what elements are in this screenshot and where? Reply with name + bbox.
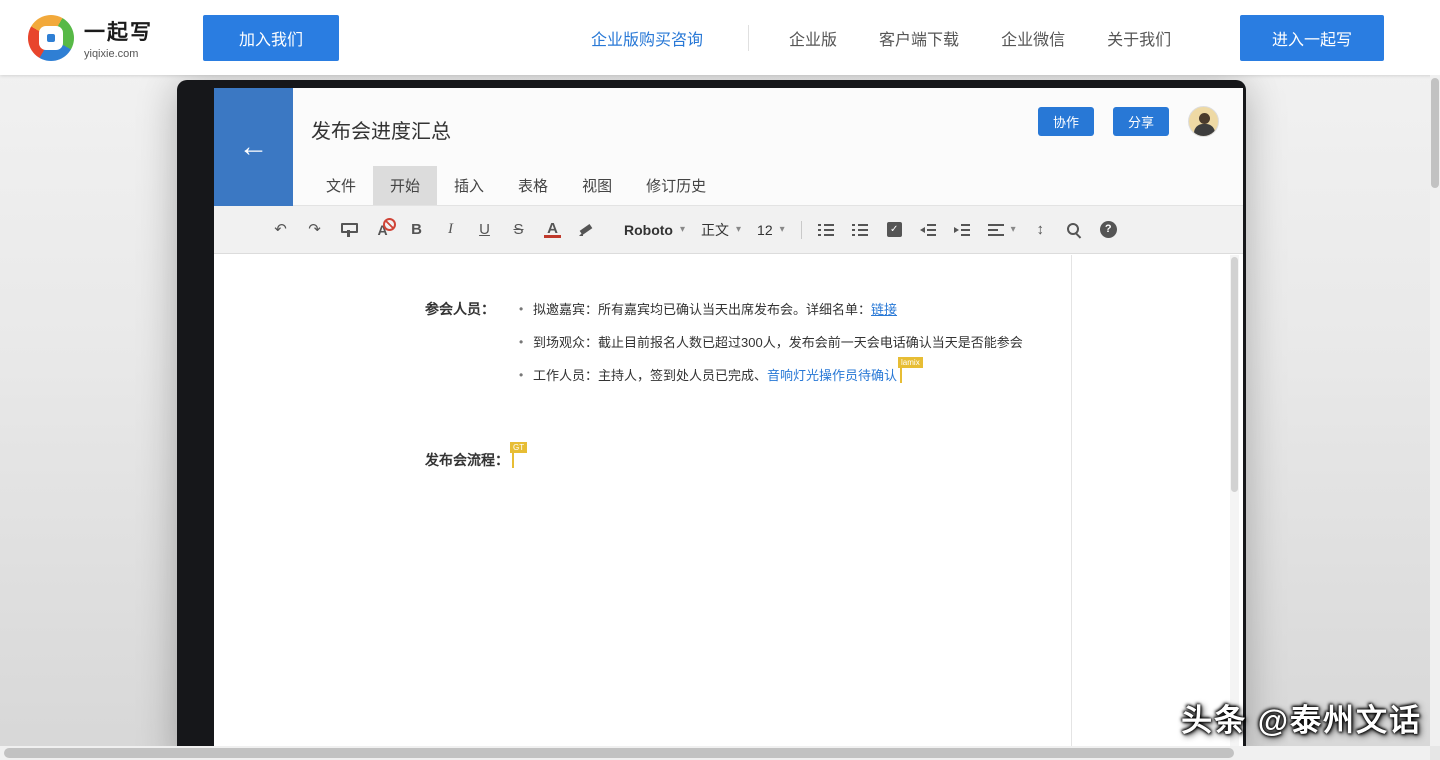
logo-text: 一起写 yiqixie.com (84, 16, 153, 60)
tab-insert[interactable]: 插入 (437, 166, 501, 205)
yiqixie-logo-icon (28, 15, 74, 61)
share-button[interactable]: 分享 (1113, 107, 1169, 136)
clear-format-icon[interactable]: A (374, 220, 391, 240)
logo-subtitle: yiqixie.com (84, 48, 153, 60)
editor-screen: ← 发布会进度汇总 文件 开始 插入 表格 视图 修订历史 协作 分享 ↶ ↷ … (214, 88, 1243, 760)
laptop-frame: ← 发布会进度汇总 文件 开始 插入 表格 视图 修订历史 协作 分享 ↶ ↷ … (177, 80, 1246, 760)
collab-cursor: lamix (900, 367, 902, 383)
browser-horizontal-scrollbar[interactable] (0, 746, 1440, 760)
tab-revision-history[interactable]: 修订历史 (629, 166, 723, 205)
chevron-down-icon: ▾ (680, 224, 685, 235)
menu-tab-bar: 文件 开始 插入 表格 视图 修订历史 (309, 166, 723, 205)
back-arrow-icon: ← (239, 130, 269, 164)
guest-list-link[interactable]: 链接 (871, 302, 897, 317)
bullet-item-guests: 拟邀嘉宾：所有嘉宾均已确认当天出席发布会。详细名单：链接 (517, 293, 1071, 326)
tab-view[interactable]: 视图 (565, 166, 629, 205)
bullet-text: 拟邀嘉宾：所有嘉宾均已确认当天出席发布会。详细名单： (533, 302, 871, 317)
bullet-item-staff: 工作人员：主持人，签到处人员已完成、音响灯光操作员待确认lamix (517, 359, 1071, 392)
top-nav: 企业版 客户端下载 企业微信 关于我们 (748, 25, 1213, 51)
undo-icon[interactable]: ↶ (272, 220, 289, 240)
italic-icon[interactable]: I (442, 220, 459, 240)
doc-header: ← 发布会进度汇总 文件 开始 插入 表格 视图 修订历史 协作 分享 (214, 88, 1243, 206)
nav-divider (748, 25, 749, 51)
underline-icon[interactable]: U (476, 220, 493, 240)
hscroll-thumb[interactable] (4, 748, 1234, 758)
bullet-list-icon[interactable] (852, 220, 869, 240)
chevron-down-icon: ▾ (780, 224, 785, 235)
line-spacing-icon[interactable]: ↕ (1032, 220, 1049, 240)
format-painter-icon[interactable] (340, 220, 357, 240)
formatting-toolbar: ↶ ↷ A B I U S A Roboto ▾ 正文 ▾ 12 ▾ (214, 206, 1243, 254)
tab-file[interactable]: 文件 (309, 166, 373, 205)
collab-cursor-label: GT (510, 442, 527, 453)
bold-icon[interactable]: B (408, 220, 425, 240)
outdent-icon[interactable] (920, 220, 937, 240)
chevron-down-icon: ▾ (1011, 224, 1016, 235)
font-family-value: Roboto (624, 222, 673, 238)
attendees-section: 参会人员： 拟邀嘉宾：所有嘉宾均已确认当天出席发布会。详细名单：链接 到场观众：… (425, 293, 1071, 392)
font-family-select[interactable]: Roboto ▾ (624, 222, 685, 238)
header-actions: 协作 分享 (1038, 106, 1219, 137)
chevron-down-icon: ▾ (736, 224, 741, 235)
search-icon[interactable] (1066, 220, 1083, 240)
collab-cursor-label: lamix (898, 357, 923, 368)
nav-item-wechat-work[interactable]: 企业微信 (1001, 26, 1065, 50)
editor-scrollbar[interactable] (1230, 255, 1239, 760)
enter-yiqixie-button[interactable]: 进入一起写 (1240, 15, 1384, 61)
highlight-pen-icon[interactable] (578, 220, 595, 240)
tab-home[interactable]: 开始 (373, 166, 437, 205)
bullet-text: 工作人员：主持人，签到处人员已完成、 (533, 368, 767, 383)
scrollbar-corner (1430, 746, 1440, 760)
collaborate-button[interactable]: 协作 (1038, 107, 1094, 136)
bullet-list: 拟邀嘉宾：所有嘉宾均已确认当天出席发布会。详细名单：链接 到场观众：截止目前报名… (517, 293, 1071, 392)
vscroll-thumb[interactable] (1431, 78, 1439, 188)
bullet-text: 到场观众：截止目前报名人数已超过300人，发布会前一天会电话确认当天是否能参会 (533, 335, 1023, 350)
nav-item-about-us[interactable]: 关于我们 (1107, 26, 1171, 50)
font-size-select[interactable]: 12 ▾ (757, 222, 785, 238)
back-button[interactable]: ← (214, 88, 293, 206)
nav-item-enterprise[interactable]: 企业版 (789, 26, 837, 50)
join-us-button[interactable]: 加入我们 (203, 15, 339, 61)
checkbox-list-icon[interactable]: ✓ (886, 220, 903, 240)
agenda-section: 发布会流程：GT (425, 450, 1071, 470)
redo-icon[interactable]: ↷ (306, 220, 323, 240)
align-select[interactable]: ▾ (988, 224, 1016, 236)
paragraph-style-select[interactable]: 正文 ▾ (701, 220, 741, 240)
document-canvas[interactable]: 参会人员： 拟邀嘉宾：所有嘉宾均已确认当天出席发布会。详细名单：链接 到场观众：… (214, 255, 1243, 760)
pending-confirm-text: 音响灯光操作员待确认 (767, 368, 897, 383)
site-logo[interactable]: 一起写 yiqixie.com (28, 15, 153, 61)
strikethrough-icon[interactable]: S (510, 220, 527, 240)
browser-vertical-scrollbar[interactable] (1430, 75, 1440, 746)
help-icon[interactable]: ? (1100, 220, 1117, 240)
logo-title: 一起写 (84, 16, 153, 46)
watermark: 头条 @泰州文话 (1181, 695, 1422, 740)
ordered-list-icon[interactable] (818, 220, 835, 240)
toolbar-divider (801, 221, 802, 239)
site-topbar: 一起写 yiqixie.com 加入我们 企业版购买咨询 企业版 客户端下载 企… (0, 0, 1440, 75)
enterprise-purchase-link[interactable]: 企业版购买咨询 (591, 26, 703, 50)
indent-icon[interactable] (954, 220, 971, 240)
user-avatar[interactable] (1188, 106, 1219, 137)
font-size-value: 12 (757, 222, 773, 238)
nav-item-client-download[interactable]: 客户端下载 (879, 26, 959, 50)
font-color-icon[interactable]: A (544, 221, 561, 238)
bullet-item-audience: 到场观众：截止目前报名人数已超过300人，发布会前一天会电话确认当天是否能参会 (517, 326, 1071, 359)
align-left-icon (988, 224, 1004, 236)
tab-table[interactable]: 表格 (501, 166, 565, 205)
collab-cursor: GT (512, 452, 514, 468)
doc-title: 发布会进度汇总 (311, 115, 451, 144)
section-label-agenda: 发布会流程： (425, 450, 509, 470)
section-label-attendees: 参会人员： (425, 293, 517, 326)
paragraph-style-value: 正文 (701, 220, 729, 240)
document-page[interactable]: 参会人员： 拟邀嘉宾：所有嘉宾均已确认当天出席发布会。详细名单：链接 到场观众：… (385, 255, 1072, 760)
